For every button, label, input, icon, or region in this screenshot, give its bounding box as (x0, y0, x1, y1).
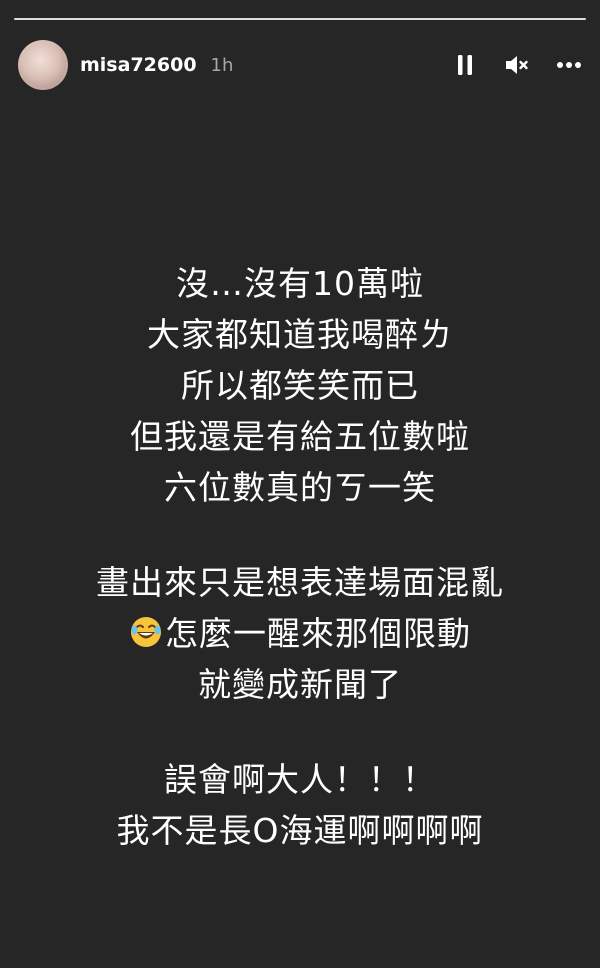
more-icon (557, 62, 581, 68)
story-header: misa72600 1h (18, 40, 582, 90)
message-line: 沒…沒有10萬啦 (176, 264, 424, 303)
timestamp: 1h (210, 54, 234, 76)
message-line: 誤會啊大人！！！ (164, 760, 436, 799)
story-progress-bar (14, 18, 586, 20)
username[interactable]: misa72600 (80, 54, 197, 76)
avatar[interactable] (18, 40, 68, 90)
message-line: 所以都笑笑而已 (181, 366, 419, 405)
mute-icon (506, 56, 528, 74)
message-line: 畫出來只是想表達場面混亂 (96, 563, 504, 602)
story-viewer[interactable]: misa72600 1h 沒…沒有10萬啦 大家都知道我喝醉ㄌ 所以都笑笑而已 … (0, 0, 600, 968)
laughing-crying-emoji-icon (131, 617, 161, 647)
message-line-text: 怎麼一醒來那個限動 (165, 614, 471, 653)
mute-button[interactable] (504, 52, 530, 78)
story-controls (452, 52, 582, 78)
more-options-button[interactable] (556, 52, 582, 78)
message-line: 六位數真的ㄎ一笑 (164, 468, 436, 507)
message-line: 就變成新聞了 (198, 665, 402, 704)
message-line-with-emoji: 怎麼一醒來那個限動 (0, 608, 600, 659)
message-line: 我不是長O海運啊啊啊啊 (116, 811, 484, 850)
story-text: 沒…沒有10萬啦 大家都知道我喝醉ㄌ 所以都笑笑而已 但我還是有給五位數啦 六位… (0, 258, 600, 856)
pause-icon (458, 55, 472, 75)
pause-button[interactable] (452, 52, 478, 78)
message-line: 但我還是有給五位數啦 (130, 417, 470, 456)
message-line: 大家都知道我喝醉ㄌ (147, 315, 453, 354)
